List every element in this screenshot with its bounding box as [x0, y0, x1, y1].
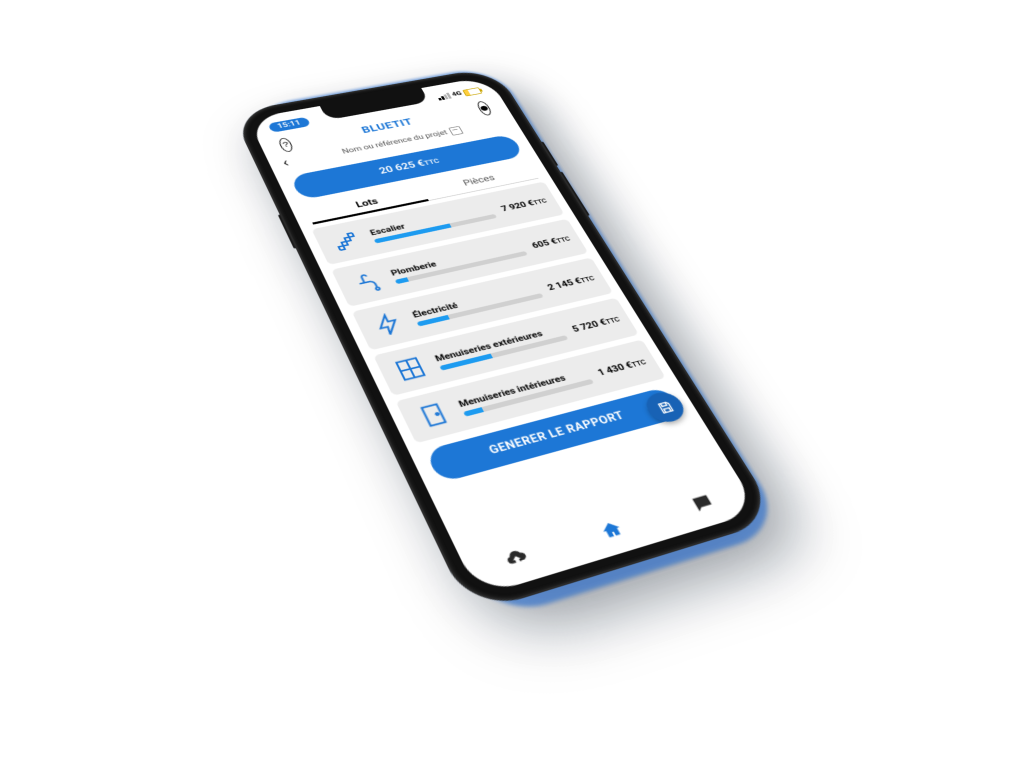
nav-chat-button[interactable] [681, 487, 724, 521]
lot-amount: 7 920 € [499, 198, 536, 213]
chat-icon [687, 491, 719, 516]
window-icon [386, 351, 435, 387]
nav-home-button[interactable] [590, 513, 634, 548]
signal-icon [436, 93, 452, 101]
nav-cloud-button[interactable] [495, 541, 540, 577]
door-icon [409, 396, 459, 434]
back-button[interactable]: ‹ [280, 156, 291, 170]
network-label: 4G [451, 91, 464, 98]
faucet-icon [343, 266, 390, 299]
lightning-icon [364, 308, 412, 342]
battery-icon [462, 87, 482, 96]
save-icon [653, 399, 676, 416]
lot-amount: 2 145 € [545, 276, 583, 292]
help-icon: ? [277, 137, 294, 153]
home-icon [596, 518, 628, 544]
lot-amount: 1 430 € [595, 359, 634, 377]
total-suffix: TTC [423, 158, 441, 167]
cloud-upload-icon [501, 545, 534, 572]
avatar-icon [475, 101, 493, 117]
lot-amount: 5 720 € [570, 317, 608, 334]
stairs-icon [323, 226, 369, 257]
edit-icon [448, 126, 463, 136]
total-amount: 20 625 € [377, 158, 427, 176]
